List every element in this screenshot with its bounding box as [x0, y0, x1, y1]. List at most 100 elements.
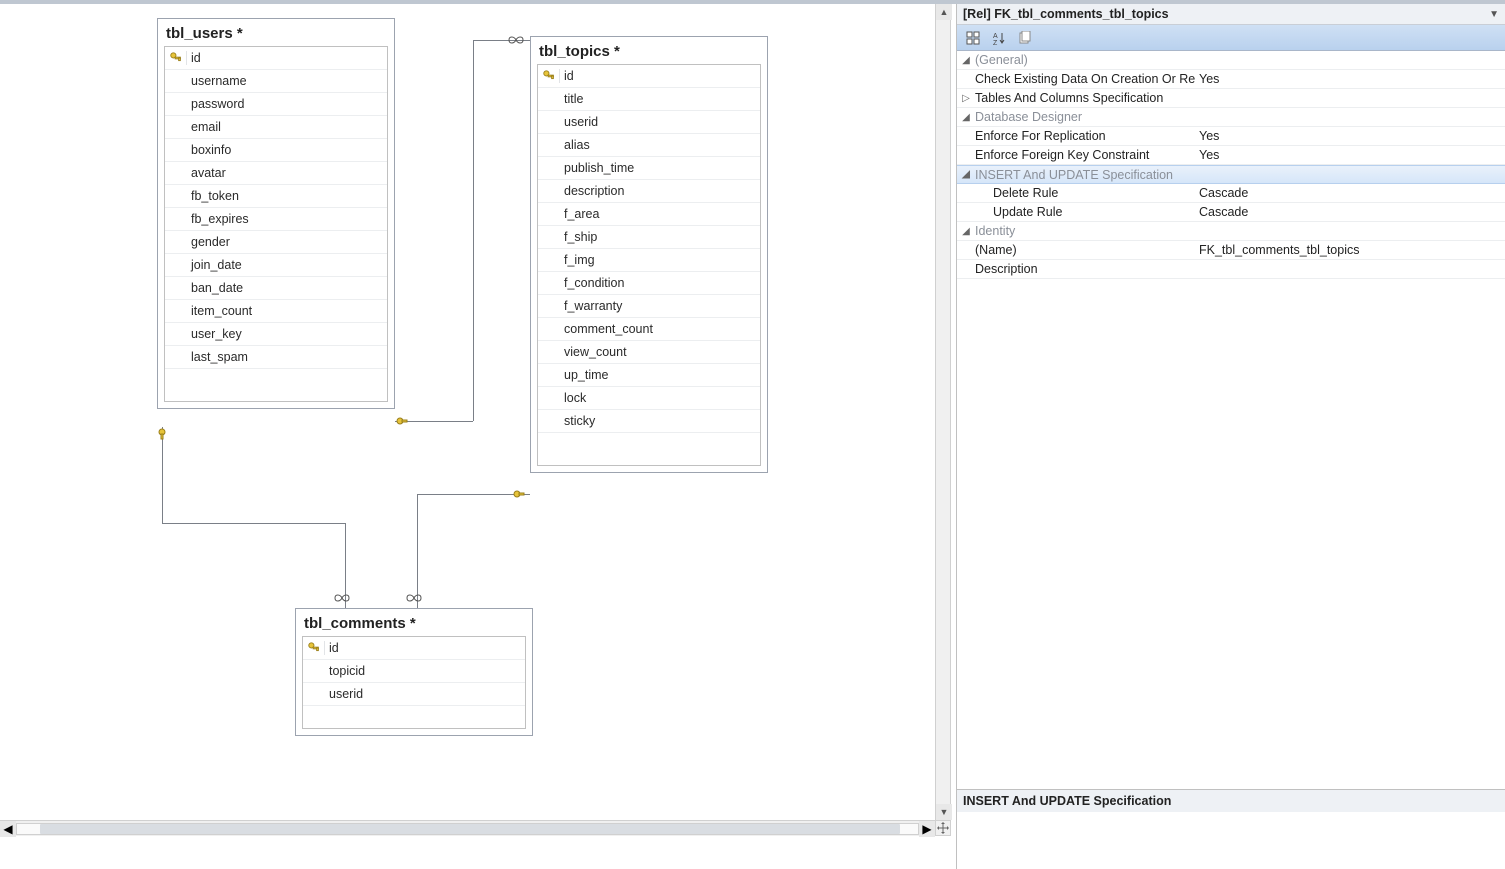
table-row[interactable]: f_warranty	[538, 295, 760, 318]
prop-label: Enforce For Replication	[973, 129, 1195, 143]
category-label: Database Designer	[973, 110, 1195, 124]
prop-delete-rule[interactable]: Delete Rule Cascade	[957, 184, 1505, 203]
table-row[interactable]: email	[165, 116, 387, 139]
collapse-icon[interactable]: ◢	[959, 169, 973, 180]
prop-value[interactable]: Cascade	[1195, 205, 1505, 219]
alphabetical-button[interactable]: AZ	[987, 28, 1011, 48]
table-tbl-topics[interactable]: tbl_topics * id title userid alias publi…	[530, 36, 768, 473]
category-general[interactable]: ◢ (General)	[957, 51, 1505, 70]
table-row[interactable]: item_count	[165, 300, 387, 323]
prop-value[interactable]: Yes	[1195, 72, 1505, 86]
table-row[interactable]: join_date	[165, 254, 387, 277]
property-pages-button[interactable]	[1013, 28, 1037, 48]
table-row[interactable]: view_count	[538, 341, 760, 364]
prop-enforce-replication[interactable]: Enforce For Replication Yes	[957, 127, 1505, 146]
column-name: ban_date	[187, 281, 243, 295]
collapse-icon[interactable]: ◢	[959, 112, 973, 123]
table-title: tbl_users *	[158, 19, 394, 46]
table-row[interactable]: user_key	[165, 323, 387, 346]
table-row[interactable]: f_condition	[538, 272, 760, 295]
table-row[interactable]: publish_time	[538, 157, 760, 180]
category-identity[interactable]: ◢ Identity	[957, 222, 1505, 241]
table-row[interactable]: f_area	[538, 203, 760, 226]
table-row[interactable]: up_time	[538, 364, 760, 387]
collapse-icon[interactable]: ◢	[959, 55, 973, 66]
chevron-down-icon: ▼	[940, 808, 949, 817]
table-row[interactable]: id	[303, 637, 525, 660]
collapse-icon[interactable]: ◢	[959, 226, 973, 237]
relationship-line[interactable]	[417, 494, 418, 608]
table-row[interactable]: avatar	[165, 162, 387, 185]
prop-value[interactable]: Yes	[1195, 129, 1505, 143]
prop-value[interactable]: FK_tbl_comments_tbl_topics	[1195, 243, 1505, 257]
prop-value[interactable]: Cascade	[1195, 186, 1505, 200]
prop-tables-columns-spec[interactable]: ▷ Tables And Columns Specification	[957, 89, 1505, 108]
table-row[interactable]: description	[538, 180, 760, 203]
table-row[interactable]: f_ship	[538, 226, 760, 249]
relationship-line[interactable]	[162, 427, 163, 523]
table-tbl-users[interactable]: tbl_users * id username password email b…	[157, 18, 395, 409]
resize-grip[interactable]	[935, 820, 951, 836]
table-row[interactable]: title	[538, 88, 760, 111]
prop-enforce-fk-constraint[interactable]: Enforce Foreign Key Constraint Yes	[957, 146, 1505, 165]
column-name: userid	[560, 115, 598, 129]
prop-label: Description	[973, 262, 1195, 276]
table-row[interactable]: ban_date	[165, 277, 387, 300]
prop-check-existing-data[interactable]: Check Existing Data On Creation Or Re-En…	[957, 70, 1505, 89]
column-name: description	[560, 184, 624, 198]
prop-value[interactable]: Yes	[1195, 148, 1505, 162]
prop-label: Enforce Foreign Key Constraint	[973, 148, 1195, 162]
key-icon	[538, 69, 560, 83]
table-row[interactable]: password	[165, 93, 387, 116]
diagram-canvas[interactable]: tbl_users * id username password email b…	[0, 4, 951, 820]
table-body: id username password email boxinfo avata…	[164, 46, 388, 402]
scroll-down-button[interactable]: ▼	[936, 804, 952, 820]
scrollbar-thumb[interactable]	[40, 824, 900, 834]
properties-title: [Rel] FK_tbl_comments_tbl_topics	[963, 7, 1169, 21]
properties-title-bar[interactable]: [Rel] FK_tbl_comments_tbl_topics ▼	[957, 4, 1505, 25]
table-row[interactable]: boxinfo	[165, 139, 387, 162]
prop-description[interactable]: Description	[957, 260, 1505, 279]
table-row[interactable]: id	[538, 65, 760, 88]
column-name: join_date	[187, 258, 242, 272]
column-name: username	[187, 74, 247, 88]
table-row[interactable]: username	[165, 70, 387, 93]
table-row[interactable]: comment_count	[538, 318, 760, 341]
table-tbl-comments[interactable]: tbl_comments * id topicid userid	[295, 608, 533, 736]
table-row[interactable]: f_img	[538, 249, 760, 272]
relationship-line[interactable]	[162, 523, 345, 524]
table-row[interactable]: userid	[538, 111, 760, 134]
prop-update-rule[interactable]: Update Rule Cascade	[957, 203, 1505, 222]
scroll-right-button[interactable]: ▶	[919, 821, 935, 837]
table-row[interactable]: fb_expires	[165, 208, 387, 231]
dropdown-icon[interactable]: ▼	[1489, 9, 1499, 20]
table-row[interactable]: topicid	[303, 660, 525, 683]
prop-name[interactable]: (Name) FK_tbl_comments_tbl_topics	[957, 241, 1505, 260]
table-title: tbl_topics *	[531, 37, 767, 64]
table-body: id topicid userid	[302, 636, 526, 729]
table-body: id title userid alias publish_time descr…	[537, 64, 761, 466]
scroll-up-button[interactable]: ▲	[936, 4, 952, 20]
table-row[interactable]: sticky	[538, 410, 760, 433]
expand-icon[interactable]: ▷	[959, 93, 973, 104]
column-name: boxinfo	[187, 143, 231, 157]
table-row[interactable]: id	[165, 47, 387, 70]
relationship-line[interactable]	[473, 40, 474, 421]
column-name: id	[560, 69, 574, 83]
category-insert-update-spec[interactable]: ◢ INSERT And UPDATE Specification	[957, 165, 1505, 184]
table-row[interactable]: fb_token	[165, 185, 387, 208]
horizontal-scrollbar[interactable]: ◀ ▶	[0, 820, 935, 836]
column-name: topicid	[325, 664, 365, 678]
table-row[interactable]: gender	[165, 231, 387, 254]
table-row[interactable]: lock	[538, 387, 760, 410]
table-row[interactable]: userid	[303, 683, 525, 706]
scroll-left-button[interactable]: ◀	[0, 821, 16, 837]
categorized-button[interactable]	[961, 28, 985, 48]
category-database-designer[interactable]: ◢ Database Designer	[957, 108, 1505, 127]
relationship-end-key-icon	[156, 428, 168, 440]
column-name: up_time	[560, 368, 608, 382]
table-row[interactable]: last_spam	[165, 346, 387, 369]
vertical-scrollbar[interactable]: ▲ ▼	[935, 4, 951, 820]
table-row[interactable]: alias	[538, 134, 760, 157]
column-name: email	[187, 120, 221, 134]
